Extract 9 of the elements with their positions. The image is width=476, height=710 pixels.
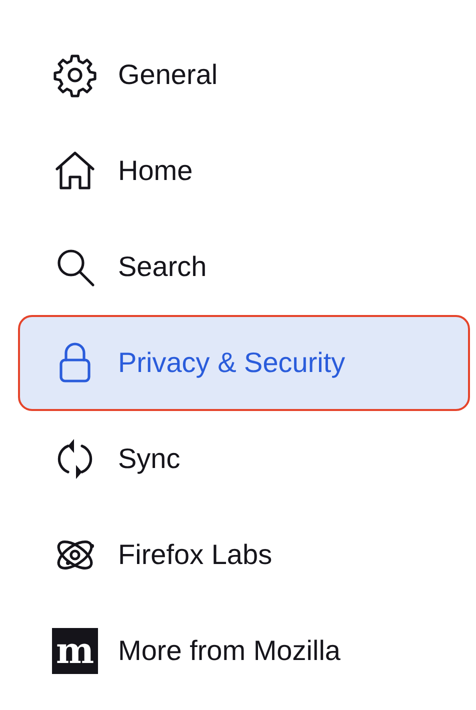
- sidebar-item[interactable]: Privacy & Security: [18, 315, 470, 411]
- sidebar-item[interactable]: General: [18, 27, 470, 123]
- sidebar-item[interactable]: Home: [18, 123, 470, 219]
- sidebar-item[interactable]: Firefox Labs: [18, 507, 470, 603]
- sidebar-item[interactable]: Search: [18, 219, 470, 315]
- gear-icon: [52, 52, 98, 98]
- logo-icon: m: [52, 628, 98, 674]
- sidebar-item[interactable]: Sync: [18, 411, 470, 507]
- sidebar-item[interactable]: m More from Mozilla: [18, 603, 470, 699]
